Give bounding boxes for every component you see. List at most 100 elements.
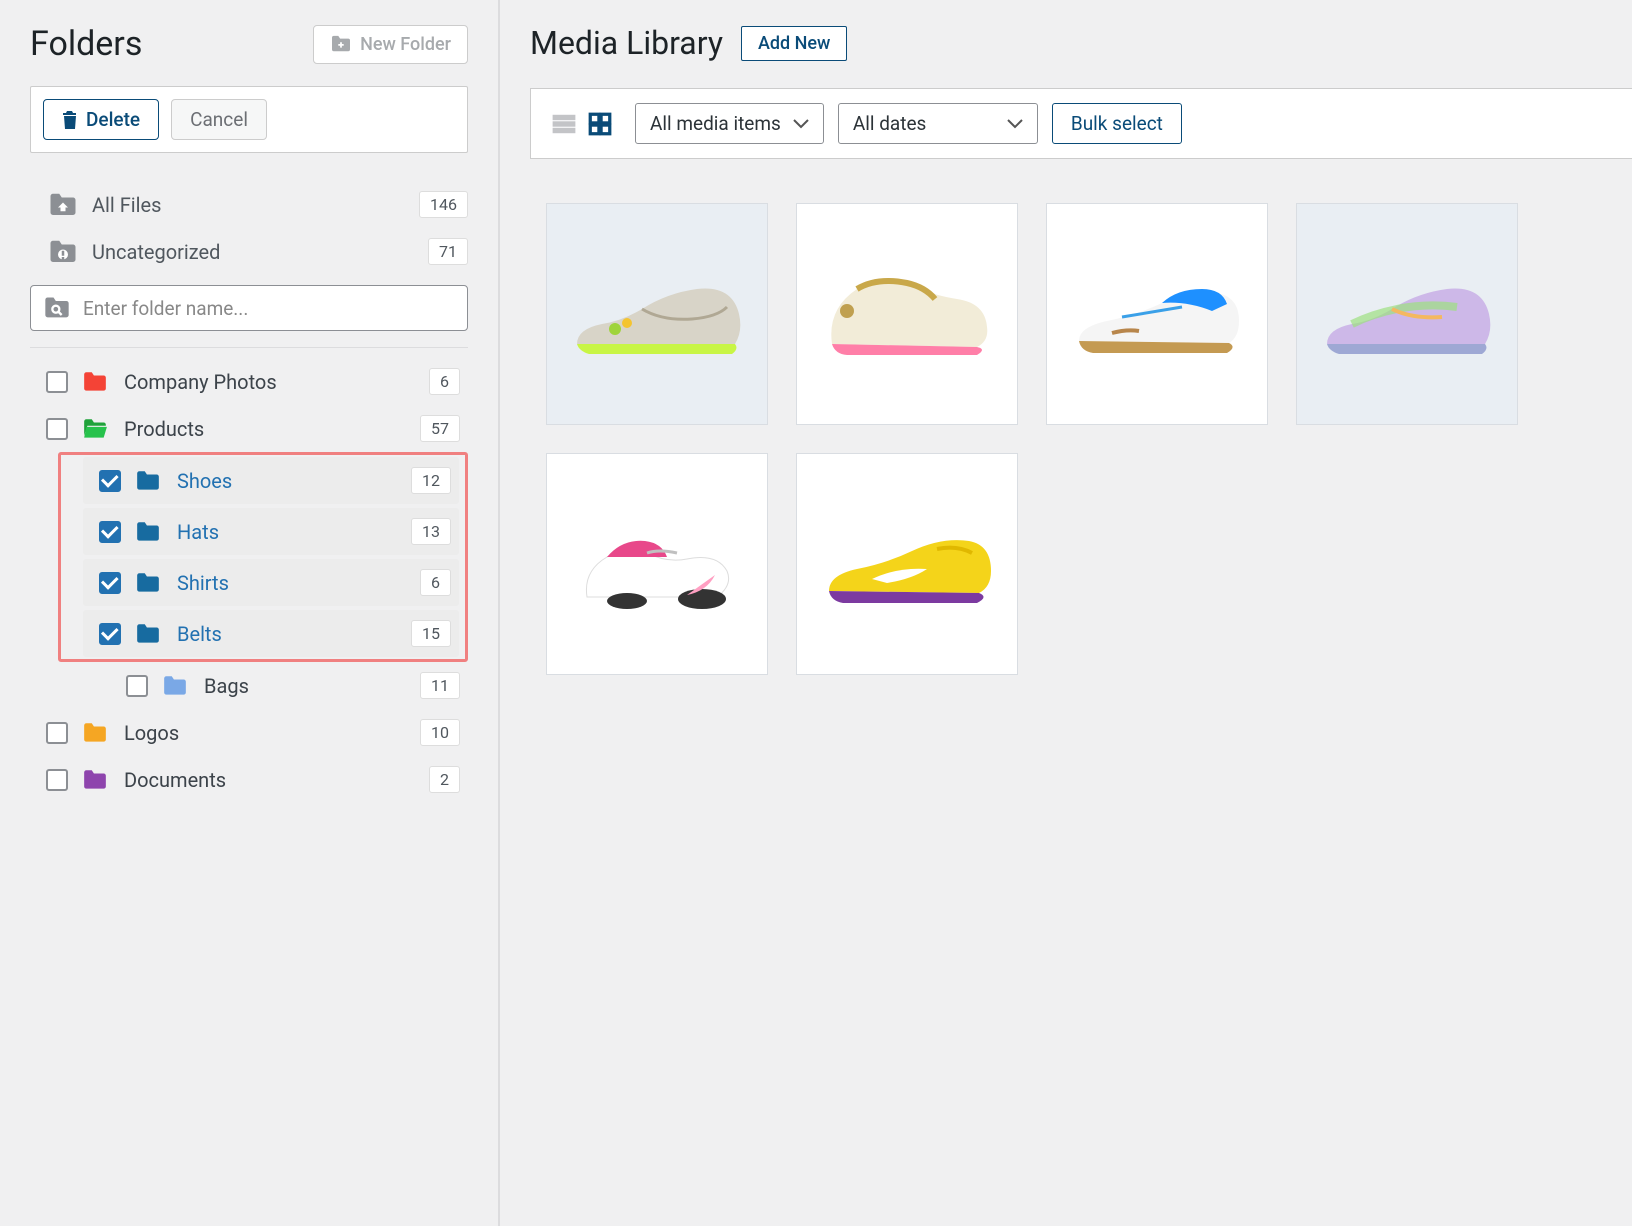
folder-label: Bags xyxy=(204,674,420,698)
folder-icon xyxy=(135,623,161,645)
sidebar-header: Folders New Folder xyxy=(30,24,468,64)
checkbox[interactable] xyxy=(46,371,68,393)
folder-label: Hats xyxy=(177,520,411,544)
thumbnail-image xyxy=(1067,259,1247,369)
media-item[interactable] xyxy=(546,203,768,425)
folder-row-logos[interactable]: Logos 10 xyxy=(30,709,468,756)
media-grid xyxy=(530,159,1632,675)
delete-label: Delete xyxy=(86,108,140,131)
checkbox[interactable] xyxy=(46,722,68,744)
thumbnail-image xyxy=(817,509,997,619)
folders-sidebar: Folders New Folder Delete Cancel All Fil… xyxy=(0,0,500,1226)
chevron-down-icon xyxy=(1007,119,1023,129)
folder-label: Company Photos xyxy=(124,370,429,394)
sidebar-title: Folders xyxy=(30,24,142,64)
grid-view-icon xyxy=(587,111,613,137)
cancel-label: Cancel xyxy=(190,108,248,131)
main-header: Media Library Add New xyxy=(530,24,1632,62)
folder-icon xyxy=(162,675,188,697)
folder-count: 13 xyxy=(411,518,451,545)
folder-icon xyxy=(82,371,108,393)
folder-row-hats[interactable]: Hats 13 xyxy=(83,508,459,555)
media-library-main: Media Library Add New All media items Al… xyxy=(500,0,1632,1226)
folder-action-bar: Delete Cancel xyxy=(30,86,468,153)
add-new-label: Add New xyxy=(758,33,830,54)
thumbnail-image xyxy=(567,509,747,619)
folder-search-icon xyxy=(43,296,71,320)
folder-count: 15 xyxy=(411,620,451,647)
folder-row-shoes[interactable]: Shoes 12 xyxy=(83,457,459,504)
folder-count: 12 xyxy=(411,467,451,494)
add-new-button[interactable]: Add New xyxy=(741,26,847,61)
grid-view-button[interactable] xyxy=(585,109,615,139)
folder-row-belts[interactable]: Belts 15 xyxy=(83,610,459,657)
folder-label: Shirts xyxy=(177,571,420,595)
checkbox[interactable] xyxy=(46,418,68,440)
uncategorized-label: Uncategorized xyxy=(92,240,428,264)
folder-tree: Company Photos 6 Products 57 Shoes 12 Ha… xyxy=(30,358,468,803)
media-toolbar: All media items All dates Bulk select xyxy=(530,88,1632,159)
media-item[interactable] xyxy=(1296,203,1518,425)
folder-icon xyxy=(135,470,161,492)
checkbox[interactable] xyxy=(46,769,68,791)
media-type-filter[interactable]: All media items xyxy=(635,103,824,144)
media-item[interactable] xyxy=(796,203,1018,425)
uncategorized-count: 71 xyxy=(428,238,468,265)
home-folder-icon xyxy=(48,192,78,218)
folder-count: 11 xyxy=(420,672,460,699)
folder-icon xyxy=(82,769,108,791)
folder-label: Logos xyxy=(124,721,420,745)
cancel-button[interactable]: Cancel xyxy=(171,99,267,140)
all-files-label: All Files xyxy=(92,193,419,217)
folder-icon xyxy=(135,572,161,594)
folder-row-bags[interactable]: Bags 11 xyxy=(110,662,468,709)
uncategorized-row[interactable]: Uncategorized 71 xyxy=(30,228,468,275)
page-title: Media Library xyxy=(530,24,723,62)
folder-icon xyxy=(135,521,161,543)
new-folder-label: New Folder xyxy=(360,34,451,55)
folder-count: 57 xyxy=(420,415,460,442)
folder-row-documents[interactable]: Documents 2 xyxy=(30,756,468,803)
folder-label: Belts xyxy=(177,622,411,646)
all-files-row[interactable]: All Files 146 xyxy=(30,181,468,228)
media-item[interactable] xyxy=(796,453,1018,675)
date-filter-label: All dates xyxy=(853,112,927,135)
delete-button[interactable]: Delete xyxy=(43,99,159,140)
trash-icon xyxy=(62,110,78,130)
list-view-icon xyxy=(551,111,577,137)
bulk-select-label: Bulk select xyxy=(1071,112,1163,135)
quick-folder-list: All Files 146 Uncategorized 71 xyxy=(30,181,468,275)
media-item[interactable] xyxy=(546,453,768,675)
alert-folder-icon xyxy=(48,239,78,265)
folder-icon xyxy=(82,722,108,744)
folder-count: 10 xyxy=(420,719,460,746)
folder-label: Products xyxy=(124,417,420,441)
checkbox[interactable] xyxy=(126,675,148,697)
date-filter[interactable]: All dates xyxy=(838,103,1038,144)
checkbox[interactable] xyxy=(99,521,121,543)
all-files-count: 146 xyxy=(419,191,468,218)
media-item[interactable] xyxy=(1046,203,1268,425)
checkbox[interactable] xyxy=(99,572,121,594)
folder-count: 6 xyxy=(420,569,451,596)
folder-row-company-photos[interactable]: Company Photos 6 xyxy=(30,358,468,405)
media-type-filter-label: All media items xyxy=(650,112,781,135)
thumbnail-image xyxy=(1317,259,1497,369)
checkbox[interactable] xyxy=(99,623,121,645)
folder-label: Shoes xyxy=(177,469,411,493)
thumbnail-image xyxy=(567,259,747,369)
folder-label: Documents xyxy=(124,768,429,792)
folder-row-shirts[interactable]: Shirts 6 xyxy=(83,559,459,606)
folder-search-input[interactable] xyxy=(83,297,455,320)
folder-count: 2 xyxy=(429,766,460,793)
chevron-down-icon xyxy=(793,119,809,129)
folder-row-products[interactable]: Products 57 xyxy=(30,405,468,452)
new-folder-button[interactable]: New Folder xyxy=(313,25,468,64)
selected-children-highlight: Shoes 12 Hats 13 Shirts 6 Belts 15 xyxy=(58,452,468,662)
folder-plus-icon xyxy=(330,35,352,53)
folder-search[interactable] xyxy=(30,285,468,331)
checkbox[interactable] xyxy=(99,470,121,492)
bulk-select-button[interactable]: Bulk select xyxy=(1052,103,1182,144)
list-view-button[interactable] xyxy=(549,109,579,139)
sidebar-divider xyxy=(30,347,468,348)
